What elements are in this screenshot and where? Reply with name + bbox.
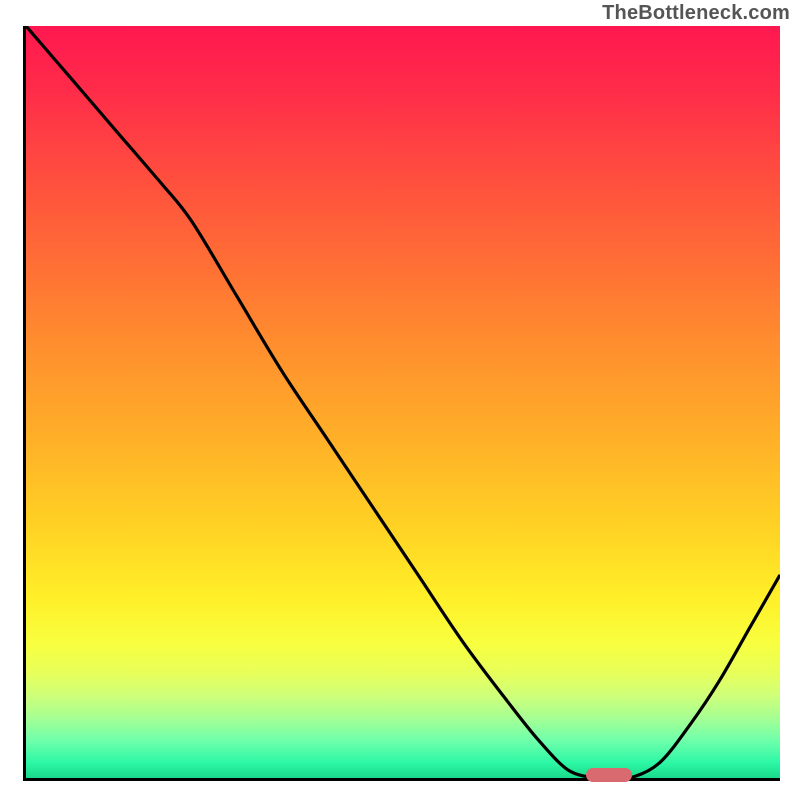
- curve-layer: [26, 26, 780, 778]
- plot-area: [23, 26, 780, 781]
- bottleneck-chart: TheBottleneck.com: [0, 0, 800, 800]
- watermark-text: TheBottleneck.com: [602, 2, 790, 25]
- bottleneck-curve-path: [26, 26, 780, 778]
- optimal-marker: [586, 768, 632, 782]
